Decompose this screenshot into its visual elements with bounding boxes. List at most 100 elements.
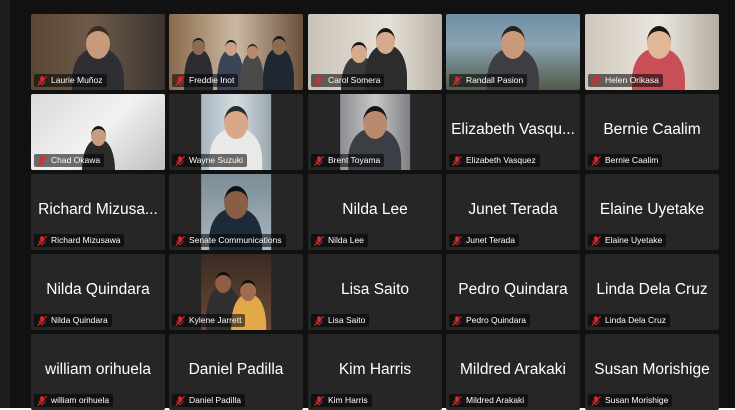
participant-name: Kim Harris: [328, 395, 368, 405]
muted-microphone-icon: [36, 75, 48, 87]
participant-name: Carol Somera: [328, 75, 381, 85]
participant-name: Susan Morishige: [605, 395, 669, 405]
participant-name: Elizabeth Vasquez: [466, 155, 536, 165]
participant-name-label: Nilda Quindara: [34, 314, 112, 327]
side-strip: [0, 0, 10, 408]
participant-display-name: Susan Morishige: [594, 361, 710, 379]
participant-name-label: Elizabeth Vasquez: [449, 154, 540, 167]
person-head: [376, 28, 396, 54]
person-head: [646, 26, 671, 59]
participant-display-name: Elizabeth Vasqu...: [451, 121, 575, 139]
participant-display-name: Pedro Quindara: [458, 281, 568, 299]
participant-name: Wayne Suzuki: [189, 155, 244, 165]
participant-name: Mildred Arakaki: [466, 395, 525, 405]
participant-name: Pedro Quindara: [466, 315, 527, 325]
participant-name-label: Mildred Arakaki: [449, 394, 529, 407]
muted-microphone-icon: [451, 155, 463, 167]
participant-name-label: Carol Somera: [311, 74, 385, 87]
participant-tile[interactable]: Brent Toyama: [308, 94, 442, 170]
muted-microphone-icon: [590, 75, 602, 87]
participant-name: Linda Dela Cruz: [605, 315, 666, 325]
participant-tile[interactable]: Chad Okawa: [31, 94, 165, 170]
muted-microphone-icon: [36, 155, 48, 167]
participant-name: Nilda Lee: [328, 235, 364, 245]
person-head: [362, 106, 387, 139]
participant-name: Kylene Jarrett: [189, 315, 242, 325]
participant-tile[interactable]: Kylene Jarrett: [169, 254, 303, 330]
participant-name: Nilda Quindara: [51, 315, 108, 325]
participant-name-label: william orihuela: [34, 394, 114, 407]
participant-name-label: Chad Okawa: [34, 154, 105, 167]
participant-name: Senate Communications: [189, 235, 282, 245]
participant-display-name: Mildred Arakaki: [460, 361, 566, 379]
participant-name-label: Lisa Saito: [311, 314, 370, 327]
participant-tile[interactable]: Bernie Caalim Bernie Caalim: [585, 94, 719, 170]
participant-tile[interactable]: Wayne Suzuki: [169, 94, 303, 170]
muted-microphone-icon: [36, 235, 48, 247]
muted-microphone-icon: [451, 235, 463, 247]
participant-name-label: Junet Terada: [449, 234, 519, 247]
participant-tile[interactable]: Kim Harris Kim Harris: [308, 334, 442, 410]
participant-name: Elaine Uyetake: [605, 235, 663, 245]
muted-microphone-icon: [590, 395, 602, 407]
person-head: [271, 36, 286, 56]
participant-tile[interactable]: Senate Communications: [169, 174, 303, 250]
participant-name-label: Wayne Suzuki: [172, 154, 248, 167]
participant-tile[interactable]: Nilda Lee Nilda Lee: [308, 174, 442, 250]
participant-display-name: Richard Mizusa...: [38, 201, 158, 219]
participant-tile[interactable]: Pedro Quindara Pedro Quindara: [446, 254, 580, 330]
muted-microphone-icon: [590, 155, 602, 167]
participant-display-name: Nilda Lee: [342, 201, 408, 219]
participant-tile[interactable]: Freddie Inot: [169, 14, 303, 90]
person-body: [263, 49, 295, 90]
participant-name: Bernie Caalim: [605, 155, 659, 165]
participant-tile[interactable]: Daniel Padilla Daniel Padilla: [169, 334, 303, 410]
muted-microphone-icon: [313, 315, 325, 327]
participant-tile[interactable]: william orihuela william orihuela: [31, 334, 165, 410]
participant-tile[interactable]: Linda Dela Cruz Linda Dela Cruz: [585, 254, 719, 330]
participant-name: Brent Toyama: [328, 155, 381, 165]
person-head: [246, 44, 258, 59]
participant-name: Randall Pasion: [466, 75, 524, 85]
gallery-view: Laurie Muñoz Freddie Inot Carol Somera Rand…: [0, 0, 735, 410]
participant-name-label: Daniel Padilla: [172, 394, 245, 407]
participant-name-label: Pedro Quindara: [449, 314, 531, 327]
participant-display-name: Lisa Saito: [340, 281, 410, 299]
participant-tile[interactable]: Richard Mizusa... Richard Mizusawa: [31, 174, 165, 250]
person-head: [223, 186, 248, 219]
muted-microphone-icon: [174, 235, 186, 247]
participant-tile[interactable]: Mildred Arakaki Mildred Arakaki: [446, 334, 580, 410]
muted-microphone-icon: [313, 155, 325, 167]
muted-microphone-icon: [313, 395, 325, 407]
person-head: [501, 26, 525, 59]
participant-tile[interactable]: Susan Morishige Susan Morishige: [585, 334, 719, 410]
muted-microphone-icon: [451, 395, 463, 407]
participant-name-label: Freddie Inot: [172, 74, 239, 87]
participant-name-label: Helen Orikasa: [588, 74, 663, 87]
muted-microphone-icon: [174, 315, 186, 327]
participant-display-name: william orihuela: [45, 361, 151, 379]
participant-tile[interactable]: Carol Somera: [308, 14, 442, 90]
participant-name-label: Susan Morishige: [588, 394, 673, 407]
participant-tile[interactable]: Lisa Saito Lisa Saito: [308, 254, 442, 330]
participant-tile[interactable]: Junet Terada Junet Terada: [446, 174, 580, 250]
participant-display-name: Nilda Quindara: [46, 281, 150, 299]
participant-display-name: Junet Terada: [468, 201, 558, 219]
participant-name: Laurie Muñoz: [51, 75, 103, 85]
person-head: [224, 40, 237, 56]
participant-name-label: Elaine Uyetake: [588, 234, 667, 247]
participant-display-name: Elaine Uyetake: [599, 201, 705, 219]
muted-microphone-icon: [451, 315, 463, 327]
participant-tile[interactable]: Laurie Muñoz: [31, 14, 165, 90]
participant-tile[interactable]: Elaine Uyetake Elaine Uyetake: [585, 174, 719, 250]
participant-display-name: Bernie Caalim: [603, 121, 701, 139]
muted-microphone-icon: [313, 235, 325, 247]
participant-name-label: Bernie Caalim: [588, 154, 663, 167]
participant-name: Chad Okawa: [51, 155, 101, 165]
participant-tile[interactable]: Helen Orikasa: [585, 14, 719, 90]
participant-tile[interactable]: Randall Pasion: [446, 14, 580, 90]
participant-tile[interactable]: Nilda Quindara Nilda Quindara: [31, 254, 165, 330]
participant-tile[interactable]: Elizabeth Vasqu... Elizabeth Vasquez: [446, 94, 580, 170]
person-head: [90, 126, 106, 147]
participant-display-name: Kim Harris: [338, 361, 412, 379]
